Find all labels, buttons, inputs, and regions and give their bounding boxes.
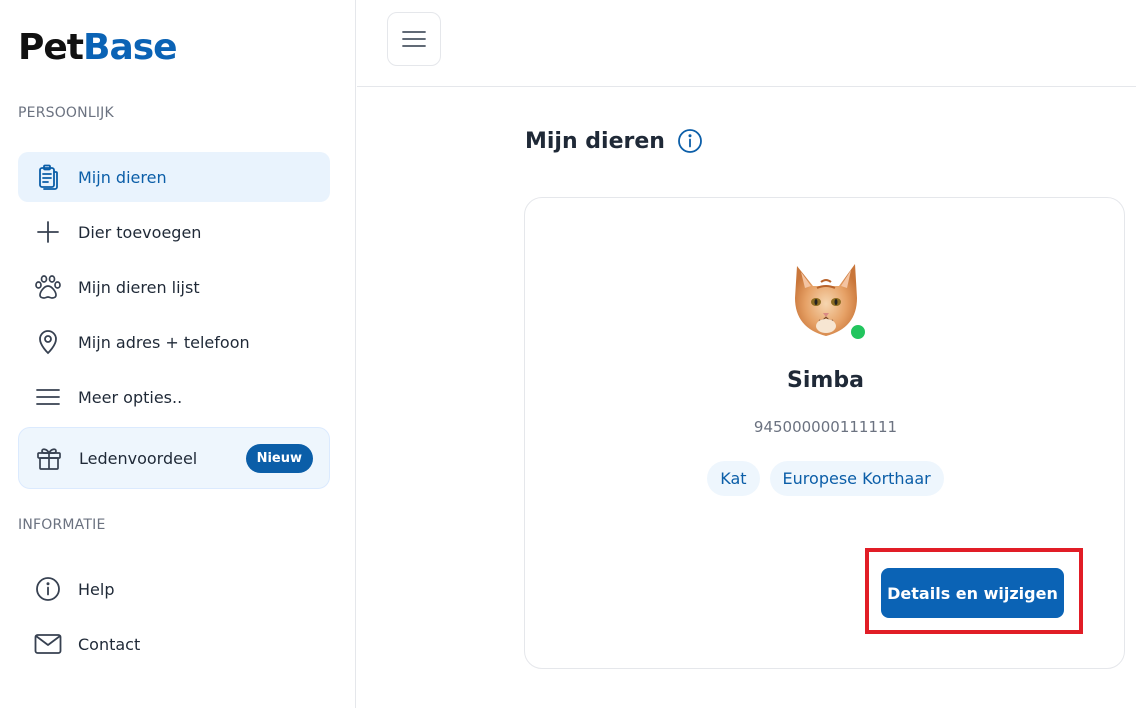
plus-icon (18, 220, 78, 244)
sidebar-item-label: Help (78, 579, 115, 599)
sidebar-item-contact[interactable]: Contact (18, 619, 330, 669)
pet-card: Simba 945000000111111 Kat Europese Korth… (524, 197, 1125, 669)
page-header: Mijn dieren (525, 128, 703, 154)
sidebar-item-label: Contact (78, 634, 141, 654)
info-icon[interactable] (677, 128, 703, 154)
sidebar-item-help[interactable]: Help (18, 564, 330, 614)
location-pin-icon (18, 329, 78, 355)
chip-number: 945000000111111 (753, 418, 898, 436)
menu-lines-icon (18, 387, 78, 407)
sidebar-item-mijn-dieren[interactable]: Mijn dieren (18, 152, 330, 202)
page-title: Mijn dieren (525, 128, 665, 154)
hamburger-icon (402, 30, 426, 48)
gift-icon (19, 445, 79, 471)
pet-name: Simba (787, 368, 864, 393)
sidebar-item-label: Dier toevoegen (78, 222, 202, 242)
sidebar-item-ledenvoordeel[interactable]: Ledenvoordeel Nieuw (18, 427, 330, 489)
sidebar: PetBase PERSOONLIJK Mijn dieren Dier toe… (0, 0, 356, 708)
logo-text-base: Base (83, 27, 178, 68)
clipboard-icon (18, 164, 78, 190)
sidebar-item-label: Mijn dieren lijst (78, 277, 200, 297)
sidebar-item-dier-toevoegen[interactable]: Dier toevoegen (18, 207, 330, 257)
section-label-info: INFORMATIE (18, 517, 106, 533)
promo-label: Ledenvoordeel (79, 448, 198, 468)
logo-text-pet: Pet (18, 27, 84, 68)
sidebar-item-label: Mijn dieren (78, 167, 167, 187)
petbase-logo[interactable]: PetBase (18, 27, 178, 68)
info-circle-icon (18, 576, 78, 602)
section-label-personal: PERSOONLIJK (18, 105, 114, 121)
pet-tags: Kat Europese Korthaar (525, 461, 1126, 496)
sidebar-item-mijn-adres[interactable]: Mijn adres + telefoon (18, 317, 330, 367)
online-status-dot (849, 323, 867, 341)
tag-species: Kat (707, 461, 760, 496)
tag-breed: Europese Korthaar (769, 461, 944, 496)
hamburger-menu-button[interactable] (387, 12, 441, 66)
sidebar-item-label: Meer opties.. (78, 387, 183, 407)
sidebar-item-meer-opties[interactable]: Meer opties.. (18, 372, 330, 422)
new-badge: Nieuw (245, 443, 313, 473)
mail-icon (18, 633, 78, 655)
sidebar-item-label: Mijn adres + telefoon (78, 332, 250, 352)
top-bar (357, 0, 1136, 87)
sidebar-item-mijn-dieren-lijst[interactable]: Mijn dieren lijst (18, 262, 330, 312)
paw-icon (18, 274, 78, 300)
details-en-wijzigen-button[interactable]: Details en wijzigen (881, 568, 1064, 618)
